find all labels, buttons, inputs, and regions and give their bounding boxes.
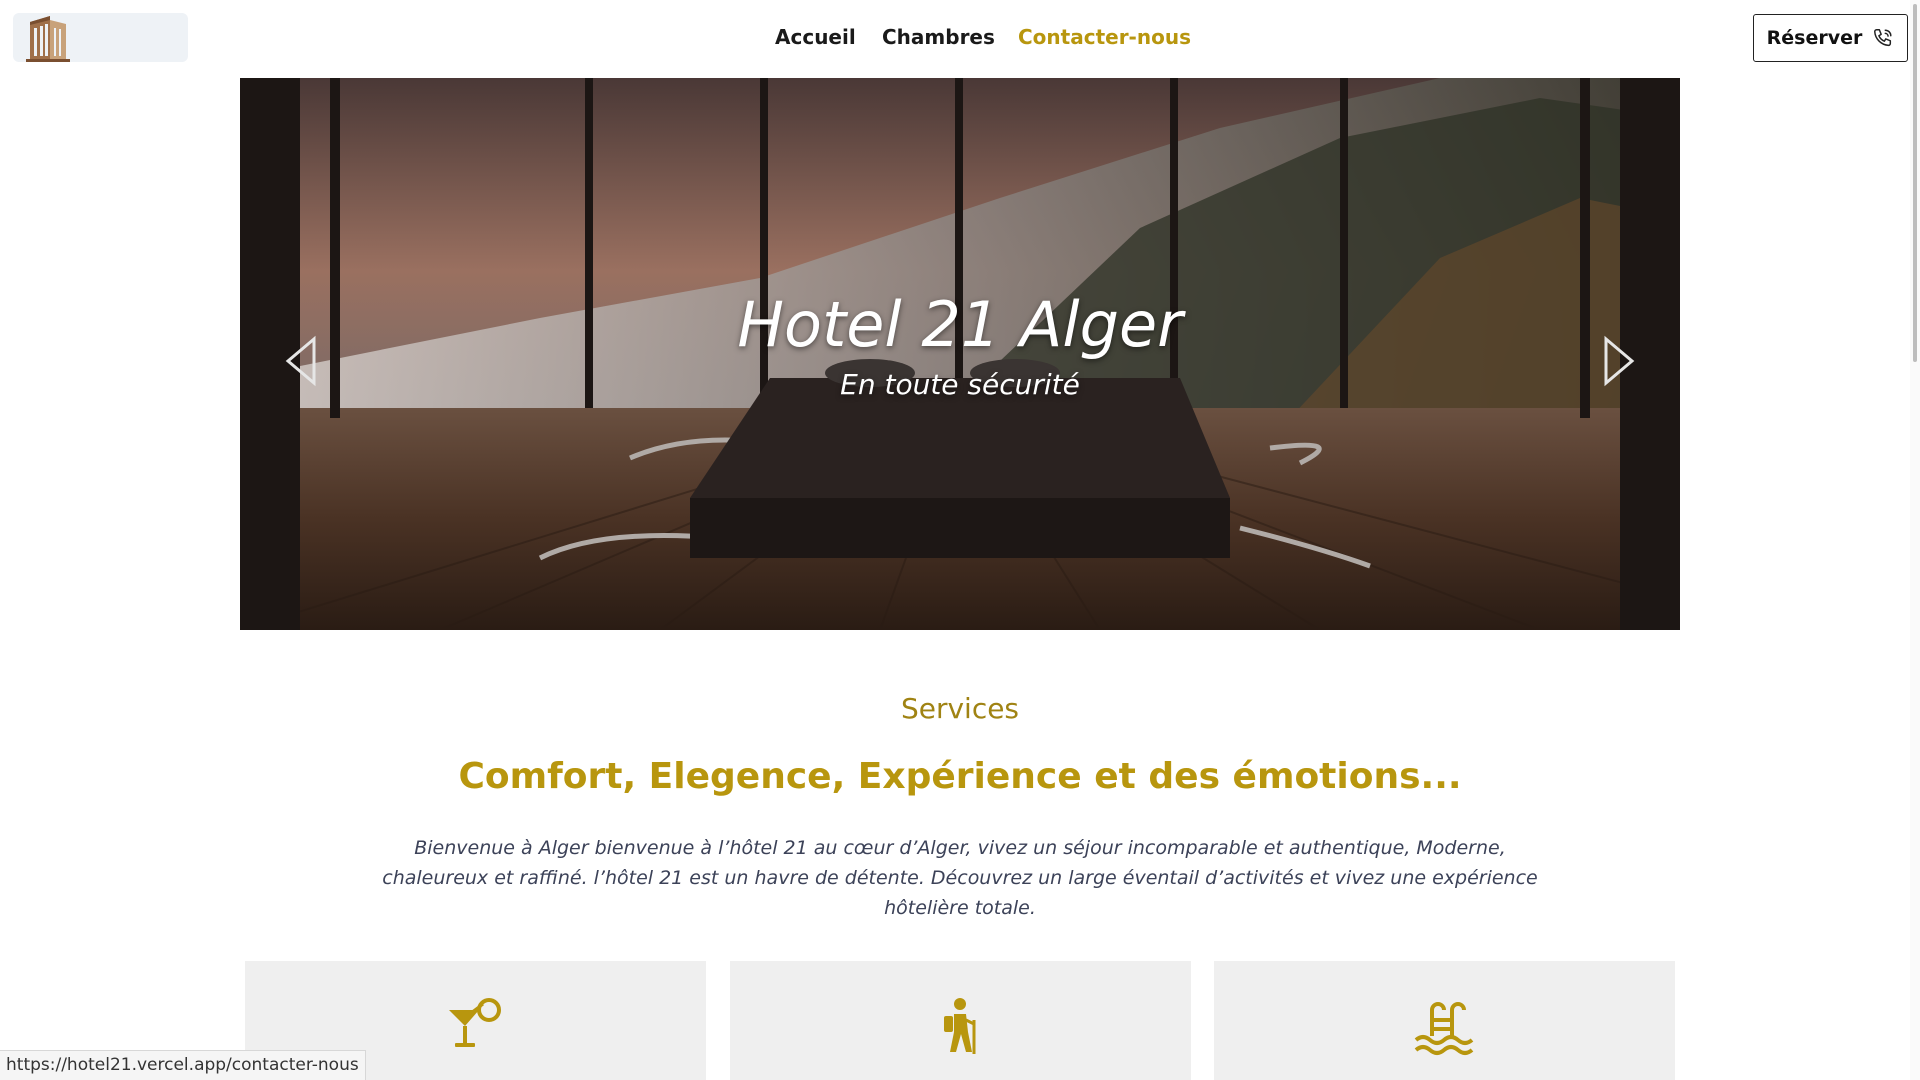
- hero-slider: Hotel 21 Alger En toute sécurité: [240, 78, 1680, 630]
- status-bar-url: https://hotel21.vercel.app/contacter-nou…: [0, 1050, 366, 1080]
- header: Accueil Chambres Contacter-nous Réserver: [0, 0, 1920, 78]
- hero-subtitle: En toute sécurité: [840, 368, 1080, 401]
- page: Accueil Chambres Contacter-nous Réserver: [0, 0, 1920, 1080]
- services-heading: Comfort, Elegence, Expérience et des émo…: [458, 756, 1462, 797]
- main-nav: Accueil Chambres Contacter-nous: [0, 25, 1920, 55]
- swimming-pool-icon: [1414, 1002, 1474, 1055]
- service-card[interactable]: [730, 961, 1191, 1080]
- hiking-icon: [944, 998, 976, 1054]
- services-label: Services: [900, 692, 1020, 725]
- chevron-left-icon[interactable]: [282, 333, 322, 389]
- nav-link-accueil[interactable]: Accueil: [775, 25, 856, 49]
- hero-title: Hotel 21 Alger: [737, 288, 1183, 361]
- nav-link-chambres[interactable]: Chambres: [882, 25, 995, 49]
- scrollbar-thumb[interactable]: [1913, 4, 1917, 362]
- cocktail-icon: [449, 998, 501, 1047]
- chevron-right-icon[interactable]: [1598, 333, 1638, 389]
- reserve-button-label: Réserver: [1766, 27, 1863, 49]
- services-description: Bienvenue à Alger bienvenue à l’hôtel 21…: [382, 837, 1538, 919]
- reserve-button[interactable]: Réserver: [1753, 14, 1908, 62]
- page-scrollbar[interactable]: [1910, 0, 1920, 1080]
- phone-call-icon: [1874, 29, 1892, 47]
- nav-link-contacter-nous[interactable]: Contacter-nous: [1018, 25, 1191, 49]
- service-cards: [245, 961, 1675, 1080]
- service-card[interactable]: [1214, 961, 1675, 1080]
